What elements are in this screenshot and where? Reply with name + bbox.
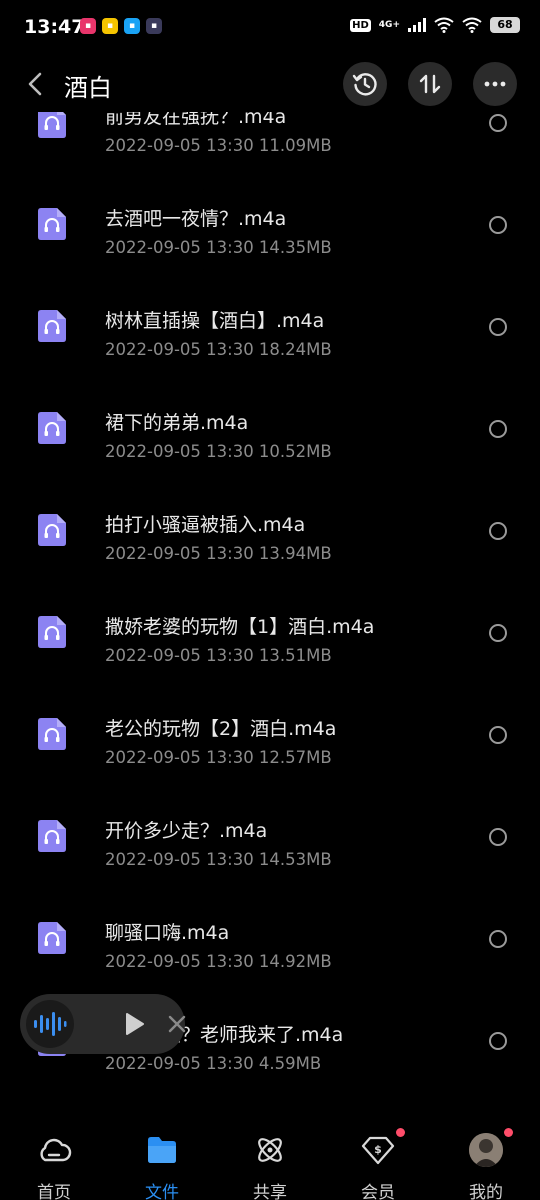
nav-home[interactable]: 首页 xyxy=(0,1122,108,1200)
notification-app-icon: ▪ xyxy=(146,18,162,34)
file-list[interactable]: 前男友在强抚？.m4a 2022-09-05 13:30 11.09MB 去酒吧… xyxy=(0,112,540,1122)
audio-file-icon xyxy=(38,820,66,852)
file-meta: 2022-09-05 13:30 11.09MB xyxy=(105,136,332,155)
chevron-left-icon xyxy=(28,72,42,96)
file-name: 树林直插操【酒白】.m4a xyxy=(105,310,325,332)
play-icon[interactable] xyxy=(120,1010,148,1038)
history-button[interactable] xyxy=(343,62,387,106)
bottom-nav: 首页 文件 共享 $ 会员 我的 xyxy=(0,1122,540,1200)
nav-label-files: 文件 xyxy=(145,1183,179,1200)
select-radio[interactable] xyxy=(489,522,507,540)
audio-file-icon xyxy=(38,616,66,648)
nav-label-home: 首页 xyxy=(37,1183,71,1200)
file-row[interactable]: 老公的玩物【2】酒白.m4a 2022-09-05 13:30 12.57MB xyxy=(0,700,540,802)
status-time: 13:47 xyxy=(24,16,85,38)
audio-file-icon xyxy=(38,208,66,240)
mine-badge-dot xyxy=(504,1128,513,1137)
audio-file-icon xyxy=(38,922,66,954)
nav-label-mine: 我的 xyxy=(469,1183,503,1200)
file-row[interactable]: 树林直插操【酒白】.m4a 2022-09-05 13:30 18.24MB xyxy=(0,292,540,394)
file-row[interactable]: 撒娇老婆的玩物【1】酒白.m4a 2022-09-05 13:30 13.51M… xyxy=(0,598,540,700)
file-name: 聊骚口嗨.m4a xyxy=(105,922,230,944)
nav-share[interactable]: 共享 xyxy=(216,1122,324,1200)
file-meta: 2022-09-05 13:30 18.24MB xyxy=(105,340,332,359)
more-icon xyxy=(484,81,506,87)
nav-label-vip: 会员 xyxy=(361,1183,395,1200)
select-radio[interactable] xyxy=(489,726,507,744)
notification-app-icon: ▪ xyxy=(80,18,96,34)
select-radio[interactable] xyxy=(489,624,507,642)
file-row[interactable]: 前男友在强抚？.m4a 2022-09-05 13:30 11.09MB xyxy=(0,112,540,190)
page-title: 酒白 xyxy=(64,74,112,102)
file-row[interactable]: 去酒吧一夜情？.m4a 2022-09-05 13:30 14.35MB xyxy=(0,190,540,292)
file-row[interactable]: 裙下的弟弟.m4a 2022-09-05 13:30 10.52MB xyxy=(0,394,540,496)
file-name: 前男友在强抚？.m4a xyxy=(105,112,287,128)
file-meta: 2022-09-05 13:30 13.51MB xyxy=(105,646,332,665)
wifi-icon xyxy=(434,17,454,33)
nav-mine[interactable]: 我的 xyxy=(432,1122,540,1200)
floating-audio-player[interactable] xyxy=(20,994,188,1054)
sort-icon xyxy=(419,74,441,94)
battery-indicator: 68 xyxy=(490,17,520,33)
folder-icon xyxy=(148,1137,176,1163)
cloud-icon xyxy=(40,1138,72,1162)
page-header: 酒白 xyxy=(0,56,540,112)
nav-files[interactable]: 文件 xyxy=(108,1122,216,1200)
select-radio[interactable] xyxy=(489,420,507,438)
nav-vip[interactable]: $ 会员 xyxy=(324,1122,432,1200)
select-radio[interactable] xyxy=(489,828,507,846)
diamond-dollar-icon: $ xyxy=(361,1136,395,1165)
select-radio[interactable] xyxy=(489,318,507,336)
file-meta: 2022-09-05 13:30 10.52MB xyxy=(105,442,332,461)
network-type: 4G+ xyxy=(378,20,400,30)
audio-file-icon xyxy=(38,112,66,138)
file-name: 撒娇老婆的玩物【1】酒白.m4a xyxy=(105,616,375,638)
file-name: 拍打小骚逼被插入.m4a xyxy=(105,514,306,536)
file-meta: 2022-09-05 13:30 14.92MB xyxy=(105,952,332,971)
file-meta: 2022-09-05 13:30 14.53MB xyxy=(105,850,332,869)
nav-label-share: 共享 xyxy=(253,1183,287,1200)
select-radio[interactable] xyxy=(489,216,507,234)
svg-text:$: $ xyxy=(374,1143,382,1156)
waveform-button[interactable] xyxy=(26,1000,74,1048)
hd-badge: HD xyxy=(350,18,371,32)
file-row[interactable]: 拍打小骚逼被插入.m4a 2022-09-05 13:30 13.94MB xyxy=(0,496,540,598)
signal-icon xyxy=(408,18,426,32)
back-button[interactable] xyxy=(24,68,48,100)
file-name: 裙下的弟弟.m4a xyxy=(105,412,249,434)
more-button[interactable] xyxy=(473,62,517,106)
status-bar: 13:47 ▪ ▪ ▪ ▪ HD 4G+ 68 xyxy=(0,0,540,56)
qq-icon: ▪ xyxy=(124,18,140,34)
audio-file-icon xyxy=(38,718,66,750)
status-app-icons: ▪ ▪ ▪ ▪ xyxy=(80,18,162,34)
history-icon xyxy=(352,73,377,96)
file-name: 开价多少走？.m4a xyxy=(105,820,268,842)
atom-share-icon xyxy=(258,1138,282,1162)
file-meta: 2022-09-05 13:30 12.57MB xyxy=(105,748,332,767)
waveform-icon xyxy=(34,1012,67,1036)
file-meta: 2022-09-05 13:30 4.59MB xyxy=(105,1054,322,1073)
select-radio[interactable] xyxy=(489,114,507,132)
file-row[interactable]: 聊骚口嗨.m4a 2022-09-05 13:30 14.92MB xyxy=(0,904,540,1006)
file-name: 去酒吧一夜情？.m4a xyxy=(105,208,287,230)
audio-file-icon xyxy=(38,412,66,444)
file-meta: 2022-09-05 13:30 13.94MB xyxy=(105,544,332,563)
file-meta: 2022-09-05 13:30 14.35MB xyxy=(105,238,332,257)
select-radio[interactable] xyxy=(489,930,507,948)
vip-badge-dot xyxy=(396,1128,405,1137)
notification-app-icon: ▪ xyxy=(102,18,118,34)
file-name: 老公的玩物【2】酒白.m4a xyxy=(105,718,337,740)
select-radio[interactable] xyxy=(489,1032,507,1050)
status-indicators: HD 4G+ 68 xyxy=(350,17,520,33)
sort-button[interactable] xyxy=(408,62,452,106)
avatar xyxy=(469,1133,503,1167)
file-row[interactable]: 开价多少走？.m4a 2022-09-05 13:30 14.53MB xyxy=(0,802,540,904)
wifi-icon xyxy=(462,17,482,33)
audio-file-icon xyxy=(38,514,66,546)
close-icon[interactable] xyxy=(166,1013,188,1035)
audio-file-icon xyxy=(38,310,66,342)
